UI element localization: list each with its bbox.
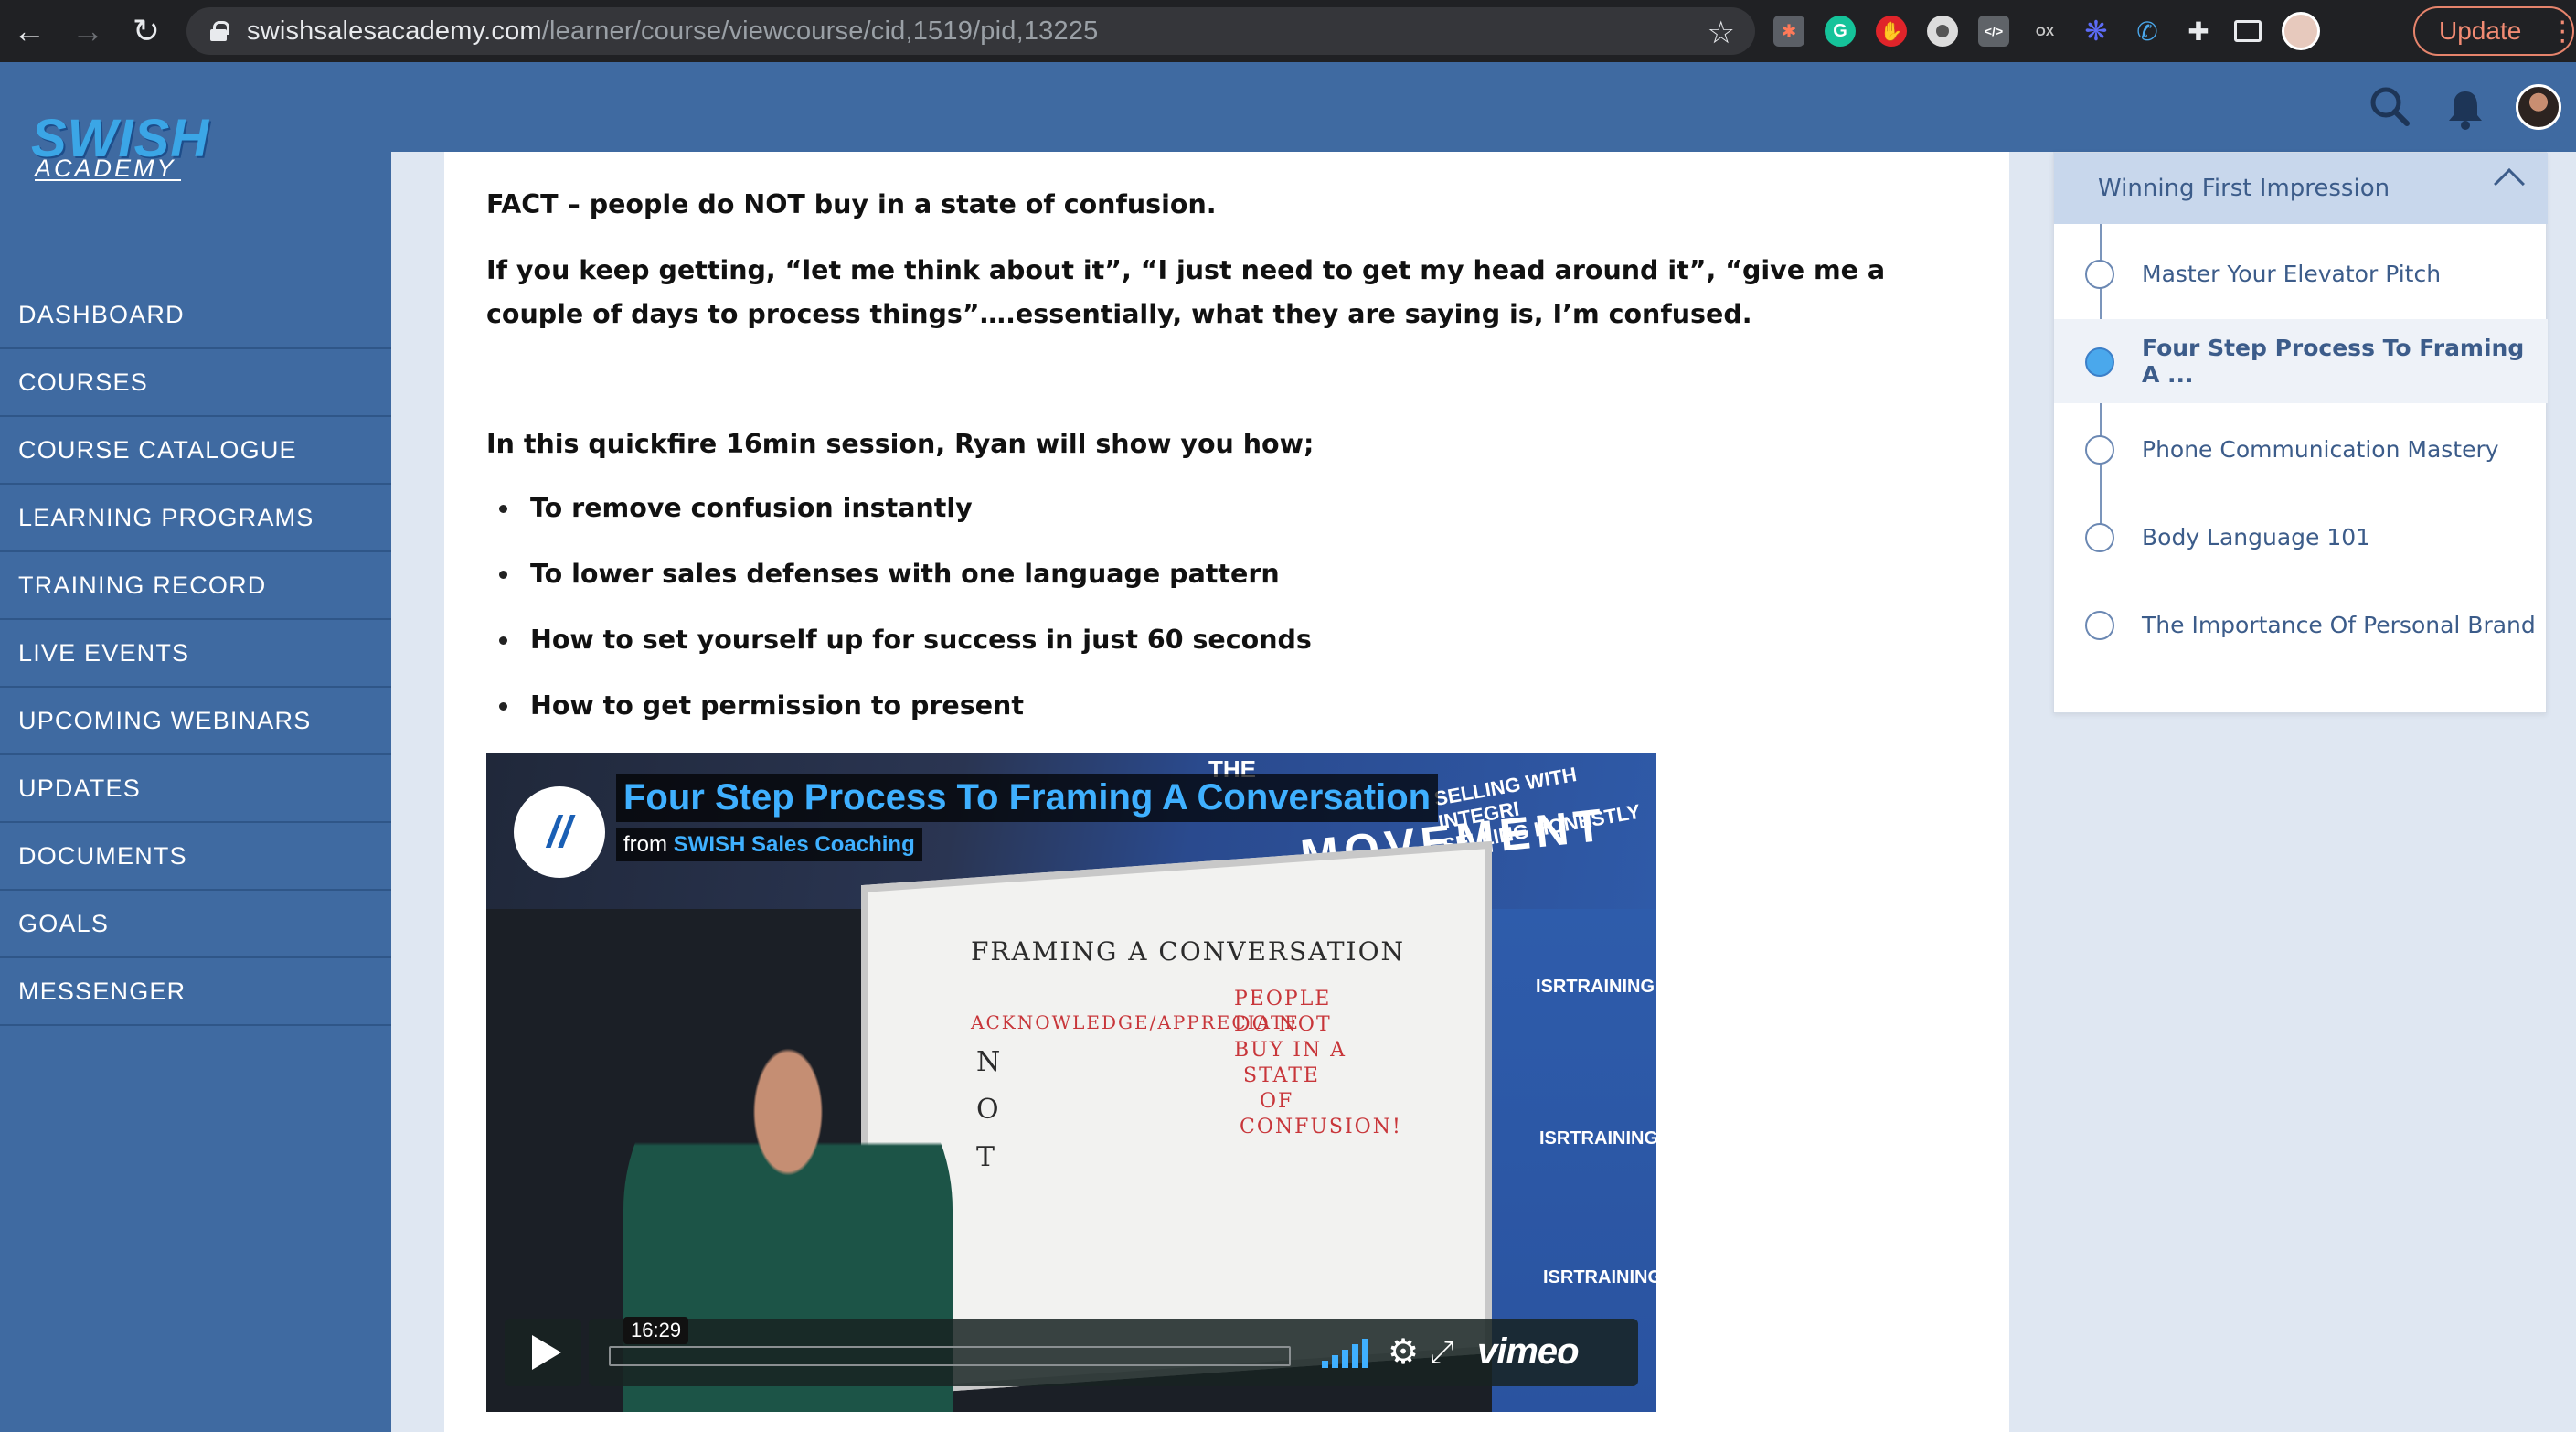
sidebar-item-goals[interactable]: GOALS — [0, 891, 391, 958]
list-item: How to get permission to present — [486, 684, 1985, 750]
lesson-current-dot-icon — [2085, 347, 2114, 377]
more-menu-icon[interactable]: ⋮ — [2549, 16, 2576, 48]
update-button[interactable]: Update ⋮ — [2413, 6, 2576, 56]
board-letter: O — [976, 1094, 1001, 1126]
hubspot-icon[interactable]: ✱ — [1773, 16, 1804, 47]
section-header[interactable]: Winning First Impression — [2054, 153, 2548, 224]
sidebar-item-learning-programs[interactable]: LEARNING PROGRAMS — [0, 485, 391, 552]
fullscreen-icon[interactable]: ⤢ — [1430, 1335, 1454, 1370]
video-duration: 16:29 — [623, 1317, 689, 1344]
board-red-line: PEOPLE — [1234, 988, 1332, 1010]
wall-brand-text: ISRTRAINING — [1539, 1128, 1656, 1149]
sidebar-item-upcoming-webinars[interactable]: UPCOMING WEBINARS — [0, 688, 391, 755]
back-arrow-icon[interactable]: ← — [0, 0, 59, 62]
board-letter: N — [976, 1046, 1003, 1078]
user-avatar[interactable] — [2516, 84, 2561, 130]
sidebar-item-courses[interactable]: COURSES — [0, 349, 391, 417]
grammarly-icon[interactable]: G — [1825, 16, 1856, 47]
sidebar-item-live-events[interactable]: LIVE EVENTS — [0, 620, 391, 688]
list-item: To remove confusion instantly — [486, 486, 1985, 552]
list-item: To lower sales defenses with one languag… — [486, 552, 1985, 618]
lesson-item[interactable]: The Importance Of Personal Brand — [2054, 582, 2548, 667]
lesson-status-circle-icon — [2085, 611, 2114, 640]
forward-arrow-icon[interactable]: → — [59, 0, 117, 62]
board-red-line: OF — [1260, 1090, 1294, 1113]
board-red-line: BUY IN A — [1234, 1039, 1347, 1062]
volume-icon[interactable] — [1322, 1339, 1369, 1368]
play-button[interactable] — [505, 1319, 581, 1386]
video-controls: ⚙ ⤢ vimeo — [589, 1319, 1638, 1386]
ox-icon[interactable]: OX — [2029, 16, 2060, 47]
session-intro: In this quickfire 16min session, Ryan wi… — [486, 429, 1315, 459]
search-icon[interactable] — [2369, 86, 2410, 126]
channel-link[interactable]: SWISH Sales Coaching — [674, 832, 915, 857]
sidebar-item-documents[interactable]: DOCUMENTS — [0, 823, 391, 891]
top-header — [391, 62, 2576, 152]
lesson-list-panel: Winning First Impression Master Your Ele… — [2053, 152, 2548, 713]
settings-gear-icon[interactable]: ⚙ — [1388, 1335, 1419, 1370]
sidebar-item-messenger[interactable]: MESSENGER — [0, 958, 391, 1026]
address-bar[interactable]: swishsalesacademy.com/learner/course/vie… — [186, 7, 1755, 55]
cast-icon[interactable] — [2234, 20, 2262, 42]
board-red-line: STATE — [1243, 1064, 1320, 1087]
wall-brand-text: ISRTRAINING — [1543, 1267, 1656, 1288]
lesson-status-circle-icon — [2085, 523, 2114, 552]
snowflake-icon[interactable]: ❋ — [2081, 16, 2112, 47]
video-title[interactable]: Four Step Process To Framing A Conversat… — [616, 774, 1439, 822]
lesson-description: FACT – people do NOT buy in a state of c… — [486, 183, 1985, 750]
sidebar-item-dashboard[interactable]: DASHBOARD — [0, 282, 391, 349]
lesson-status-circle-icon — [2085, 260, 2114, 289]
lesson-status-circle-icon — [2085, 435, 2114, 465]
video-byline: from SWISH Sales Coaching — [616, 828, 922, 861]
sidebar-item-course-catalogue[interactable]: COURSE CATALOGUE — [0, 417, 391, 485]
board-letter: T — [976, 1141, 997, 1173]
lesson-item[interactable]: Phone Communication Mastery — [2054, 407, 2548, 491]
channel-logo[interactable]: // — [514, 786, 605, 878]
extensions-bar: ✱ G ✋ </> OX ❋ ✆ ✚ — [1773, 0, 2320, 62]
lesson-item[interactable]: Master Your Elevator Pitch — [2054, 231, 2548, 315]
puzzle-icon[interactable]: ✚ — [2183, 16, 2214, 47]
bookmark-star-icon[interactable]: ☆ — [1708, 15, 1735, 51]
progress-bar[interactable] — [609, 1346, 1291, 1366]
fact-text: FACT – people do NOT buy in a state of c… — [486, 189, 1217, 219]
board-title: FRAMING A CONVERSATION — [971, 936, 1406, 967]
url-text: swishsalesacademy.com/learner/course/vie… — [247, 16, 1099, 46]
chevron-up-icon[interactable] — [2494, 168, 2525, 199]
confusion-paragraph: If you keep getting, “let me think about… — [486, 255, 1886, 329]
video-player[interactable]: SELLING WITH INTEGRI SELLING HONESTLY THE… — [486, 753, 1656, 1412]
list-item: How to set yourself up for success in ju… — [486, 618, 1985, 684]
vimeo-logo[interactable]: vimeo — [1477, 1331, 1580, 1373]
sidebar: SWISH ACADEMY DASHBOARD COURSES COURSE C… — [0, 62, 391, 1432]
sidebar-item-updates[interactable]: UPDATES — [0, 755, 391, 823]
wall-brand-text: ISRTRAINING — [1536, 977, 1655, 997]
reload-icon[interactable]: ↻ — [117, 0, 176, 62]
code-icon[interactable]: </> — [1978, 16, 2009, 47]
bell-icon[interactable] — [2446, 88, 2485, 130]
record-icon[interactable] — [1927, 16, 1958, 47]
phone-icon[interactable]: ✆ — [2132, 16, 2163, 47]
board-red-line: CONFUSION! — [1240, 1116, 1402, 1138]
sidebar-item-training-record[interactable]: TRAINING RECORD — [0, 552, 391, 620]
lock-icon — [210, 21, 229, 41]
lesson-item[interactable]: Body Language 101 — [2054, 495, 2548, 579]
bullet-list: To remove confusion instantly To lower s… — [486, 486, 1985, 750]
profile-avatar[interactable] — [2282, 12, 2320, 50]
board-red-line: DO NOT — [1234, 1013, 1332, 1036]
sidebar-menu: DASHBOARD COURSES COURSE CATALOGUE LEARN… — [0, 282, 391, 1026]
adblock-icon[interactable]: ✋ — [1876, 16, 1907, 47]
swish-academy-logo[interactable]: SWISH ACADEMY — [31, 112, 208, 187]
lesson-item-active[interactable]: Four Step Process To Framing A ... — [2054, 319, 2548, 403]
